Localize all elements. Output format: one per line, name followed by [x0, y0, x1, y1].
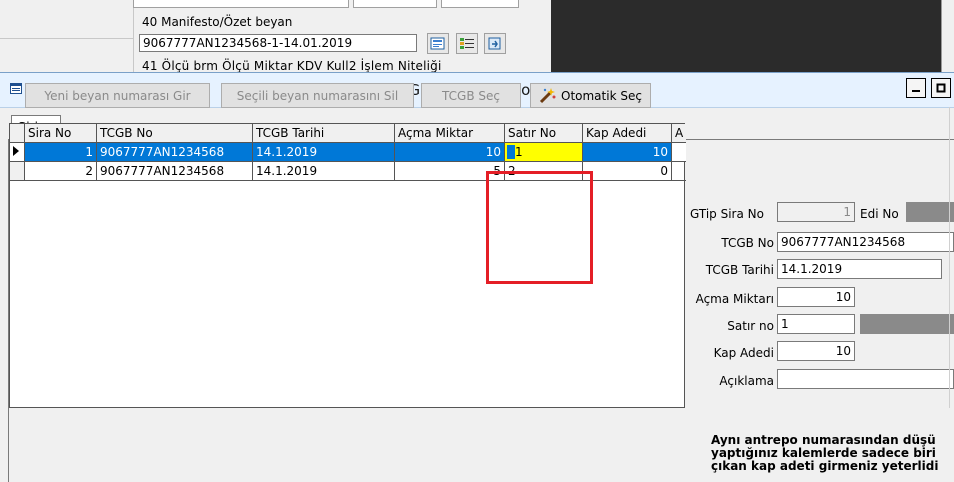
grid-header-kap-adedi[interactable]: Kap Adedi — [583, 124, 672, 142]
kap-adedi-field[interactable]: 10 — [777, 341, 855, 361]
grid-header-a[interactable]: A — [672, 124, 686, 142]
manifest-list-button[interactable] — [427, 33, 449, 54]
tcgb-tarihi-field[interactable]: 14.1.2019 — [777, 259, 942, 279]
background-scroll-edge — [941, 0, 954, 72]
manifest-field[interactable]: 9067777AN1234568-1-14.01.2019 — [139, 34, 417, 52]
satir-no-lookup-field[interactable] — [860, 314, 954, 334]
grid-header-acma-miktar[interactable]: Açma Miktar — [395, 124, 505, 142]
magic-wand-icon — [539, 87, 556, 103]
minimize-icon — [912, 90, 920, 92]
annotation-red-box — [486, 171, 593, 284]
row-indicator — [10, 143, 25, 162]
kap-adedi-label: Kap Adedi — [713, 346, 774, 360]
table-row[interactable]: 1 9067777AN1234568 14.1.2019 10 1 10 — [10, 143, 686, 162]
text-caret — [507, 145, 515, 159]
cell-kap-adedi[interactable]: 0 — [583, 162, 672, 181]
edi-no-label: Edi No — [860, 207, 899, 221]
info-note-line: çıkan kap adeti girmeniz yeterlidi — [711, 459, 939, 473]
grid-header: Sira No TCGB No TCGB Tarihi Açma Miktar … — [10, 124, 686, 143]
cell-kap-adedi[interactable]: 10 — [583, 143, 672, 162]
acma-miktari-field[interactable]: 10 — [777, 287, 855, 307]
export-icon — [488, 37, 501, 49]
new-declaration-button[interactable]: Yeni beyan numarası Gir — [25, 83, 210, 108]
cell-tcgb-tarihi[interactable]: 14.1.2019 — [253, 162, 395, 181]
grid-header-tcgb-tarihi[interactable]: TCGB Tarihi — [253, 124, 395, 142]
current-row-arrow-icon — [13, 146, 19, 156]
cell-a[interactable] — [672, 143, 686, 162]
auto-select-label: Otomatik Seç — [561, 88, 642, 103]
gtip-sira-no-label: GTip Sira No — [690, 207, 764, 221]
acma-miktari-label: Açma Miktarı — [695, 292, 774, 306]
tcgb-no-field[interactable]: 9067777AN1234568 — [777, 232, 954, 252]
manifest-export-button[interactable] — [484, 33, 506, 54]
delete-declaration-button[interactable]: Seçili beyan numarasını Sil — [221, 83, 414, 108]
panel-separator — [949, 107, 950, 408]
info-note: Aynı antrepo numarasından düşü yaptığını… — [711, 434, 954, 473]
background-top-fields — [133, 0, 550, 8]
satir-no-label: Satır no — [727, 319, 774, 333]
tcgb-tarihi-label: TCGB Tarihi — [705, 263, 774, 277]
auto-select-button[interactable]: Otomatik Seç — [530, 83, 651, 108]
grid-header-indicator — [10, 124, 25, 142]
tcgb-no-label: TCGB No — [721, 236, 774, 250]
cell-sira-no[interactable]: 1 — [25, 143, 97, 162]
cell-satir-no-value: 1 — [515, 145, 523, 159]
background-cut-row: 41 Ölçü brm Ölçü Miktar KDV Kull2 İşlem … — [142, 59, 442, 73]
document-list-icon — [430, 37, 445, 49]
maximize-icon — [936, 83, 946, 93]
cell-sira-no[interactable]: 2 — [25, 162, 97, 181]
cell-satir-no-editing[interactable]: 1 — [505, 143, 583, 162]
manifest-label: 40 Manifesto/Özet beyan — [142, 15, 293, 29]
cell-acma-miktar[interactable]: 10 — [395, 143, 505, 162]
edi-no-field[interactable] — [906, 202, 954, 222]
aciklama-field[interactable] — [777, 369, 954, 389]
cell-tcgb-no[interactable]: 9067777AN1234568 — [97, 143, 253, 162]
background-left-panel — [0, 0, 134, 72]
aciklama-label: Açıklama — [719, 374, 774, 388]
grid-header-tcgb-no[interactable]: TCGB No — [97, 124, 253, 142]
background-window: 40 Manifesto/Özet beyan 9067777AN1234568… — [0, 0, 954, 73]
manifest-checklist-button[interactable] — [456, 33, 478, 54]
minimize-button[interactable] — [906, 78, 926, 98]
cell-tcgb-no[interactable]: 9067777AN1234568 — [97, 162, 253, 181]
cell-tcgb-tarihi[interactable]: 14.1.2019 — [253, 143, 395, 162]
satir-no-field[interactable]: 1 — [777, 314, 855, 334]
checklist-icon — [460, 37, 474, 49]
row-indicator — [10, 162, 25, 181]
grid-header-satir-no[interactable]: Satır No — [505, 124, 583, 142]
cell-a[interactable] — [672, 162, 686, 181]
gtip-sira-no-field[interactable]: 1 — [777, 202, 855, 222]
grid-header-sira-no[interactable]: Sira No — [25, 124, 97, 142]
tcgb-select-button[interactable]: TCGB Seç — [421, 83, 521, 108]
background-divider — [0, 38, 133, 39]
background-dark-panel — [551, 0, 954, 72]
maximize-button[interactable] — [931, 78, 951, 98]
